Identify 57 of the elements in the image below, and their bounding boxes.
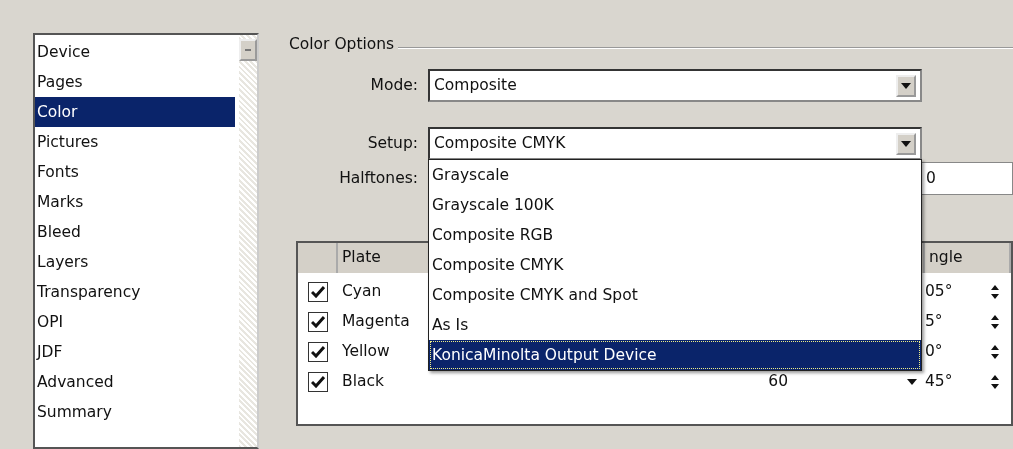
table-cell: 05°	[925, 282, 953, 301]
dropdown-button[interactable]	[896, 132, 916, 155]
dropdown-option[interactable]: KonicaMinolta Output Device	[429, 340, 921, 370]
spinner-icon[interactable]	[990, 374, 1000, 390]
spinner-icon[interactable]	[990, 344, 1000, 360]
list-item[interactable]: JDF	[35, 337, 235, 367]
check-icon	[311, 286, 325, 298]
dropdown-option[interactable]: Grayscale 100K	[429, 190, 921, 220]
spinner-icon[interactable]	[990, 284, 1000, 300]
field-label: Mode:	[369, 74, 419, 96]
dropdown-value: Composite	[434, 74, 517, 96]
table-cell: Yellow	[342, 342, 390, 361]
spinner-icon[interactable]	[990, 314, 1000, 330]
caret-icon	[901, 140, 911, 147]
dropdown-option[interactable]: Grayscale	[429, 160, 921, 190]
check-icon	[311, 316, 325, 328]
table-cell: 45°	[925, 372, 953, 391]
dropdown-field[interactable]: Composite	[428, 69, 922, 102]
table-cell: 0°	[925, 342, 943, 361]
caret-icon	[907, 379, 917, 385]
list-item[interactable]: Pictures	[35, 127, 235, 157]
table-cell-text: 60	[768, 371, 788, 393]
table-cell: Magenta	[342, 312, 410, 331]
list-item[interactable]: Pages	[35, 67, 235, 97]
list-item[interactable]: Advanced	[35, 367, 235, 397]
check-icon	[311, 346, 325, 358]
field-label: Halftones:	[338, 167, 419, 189]
list-item[interactable]: Transparency	[35, 277, 235, 307]
caret-icon	[901, 82, 911, 89]
input-field[interactable]: 0	[921, 162, 1013, 195]
scroll-up-button[interactable]	[239, 39, 257, 61]
list-item[interactable]: Color	[35, 97, 235, 127]
checkbox[interactable]	[308, 282, 328, 302]
checkbox[interactable]	[308, 372, 328, 392]
dropdown-option[interactable]: Composite CMYK and Spot	[429, 280, 921, 310]
group-title: Color Options	[289, 34, 395, 56]
column-header: ngle	[925, 243, 1011, 273]
dropdown-field[interactable]: Composite CMYK	[428, 127, 922, 160]
list-item[interactable]: Device	[35, 37, 235, 67]
dropdown-button[interactable]	[896, 74, 916, 97]
table-cell: Black	[342, 372, 384, 391]
table-cell: 5°	[925, 312, 943, 331]
table-cell: Cyan	[342, 282, 382, 301]
check-icon	[311, 376, 325, 388]
dropdown-value: Composite CMYK	[434, 132, 566, 154]
checkbox[interactable]	[308, 342, 328, 362]
list-item[interactable]: Marks	[35, 187, 235, 217]
list-item[interactable]: OPI	[35, 307, 235, 337]
list-item[interactable]: Bleed	[35, 217, 235, 247]
field-value: 0	[926, 167, 936, 189]
dropdown-option[interactable]: As Is	[429, 310, 921, 340]
list-item[interactable]: Summary	[35, 397, 235, 427]
list-item[interactable]: Fonts	[35, 157, 235, 187]
checkbox[interactable]	[308, 312, 328, 332]
list-item[interactable]: Layers	[35, 247, 235, 277]
field-label: Setup:	[366, 132, 419, 154]
dash-icon	[245, 49, 251, 51]
